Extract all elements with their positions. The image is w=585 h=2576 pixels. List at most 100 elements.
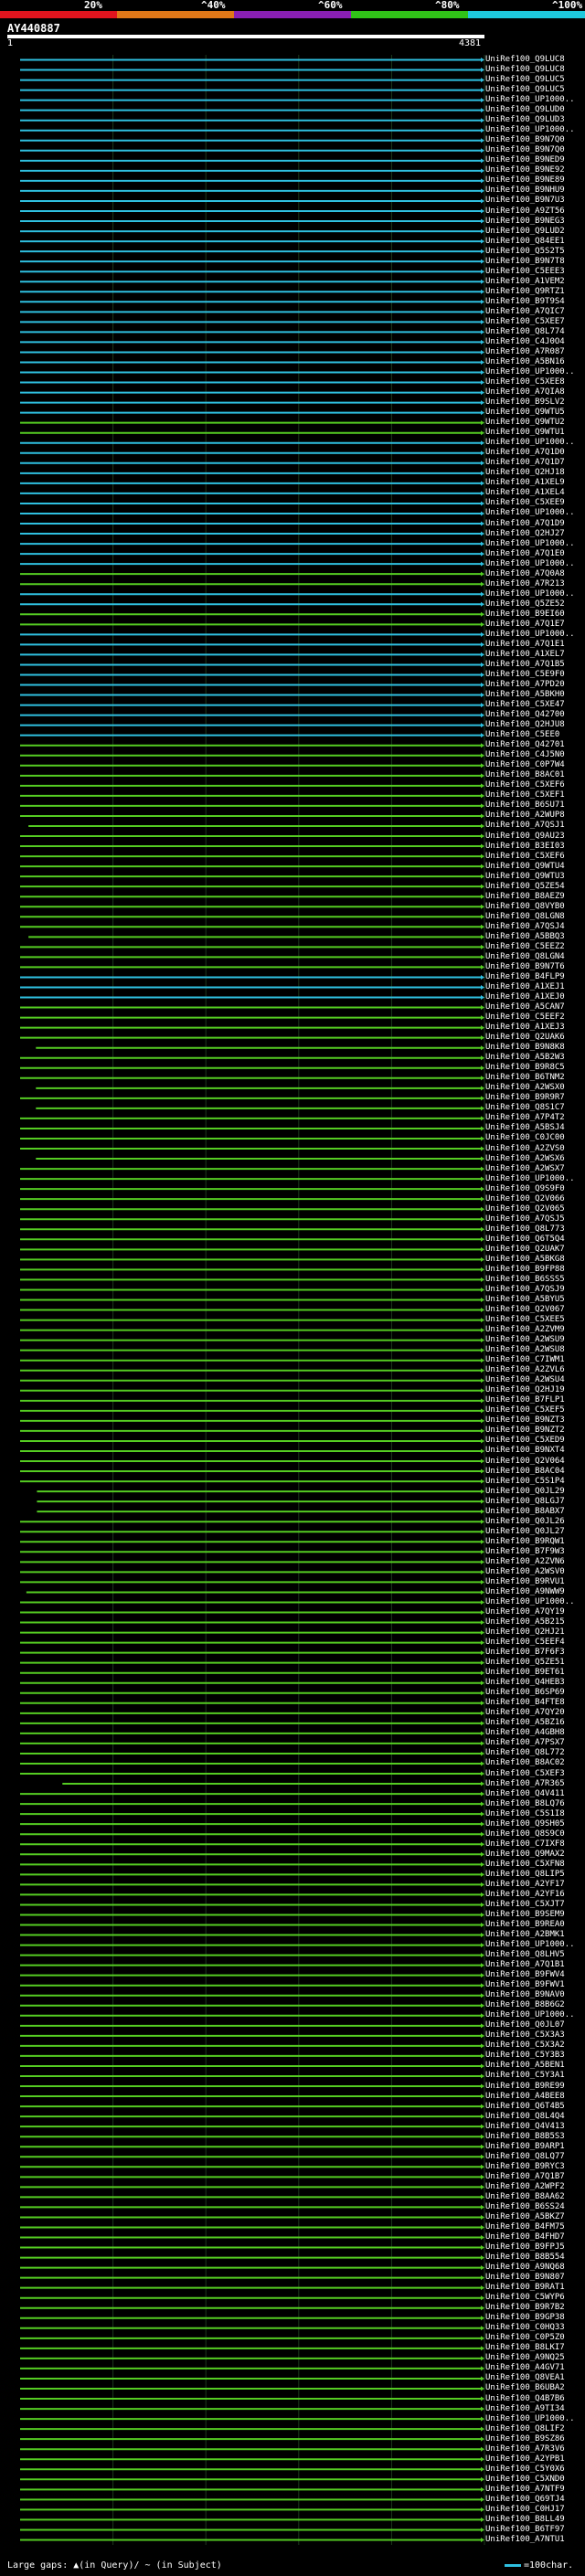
hit-label[interactable]: UniRef100_Q5S2T5 <box>485 247 565 256</box>
hit-label[interactable]: UniRef100_C5XEF6 <box>485 852 565 861</box>
hit-label[interactable]: UniRef100_B6SS24 <box>485 2202 565 2211</box>
hit-label[interactable]: UniRef100_B8LKI7 <box>485 2344 565 2352</box>
hit-label[interactable]: UniRef100_UP1000.. <box>485 1941 575 1949</box>
hit-label[interactable]: UniRef100_C5XND0 <box>485 2475 565 2484</box>
hit-label[interactable]: UniRef100_Q9LUD3 <box>485 116 565 124</box>
hit-label[interactable]: UniRef100_A7R213 <box>485 579 565 588</box>
hit-label[interactable]: UniRef100_Q2V064 <box>485 1457 565 1466</box>
hit-label[interactable]: UniRef100_Q8L774 <box>485 327 565 336</box>
hit-label[interactable]: UniRef100_A7Q1D0 <box>485 449 565 457</box>
hit-label[interactable]: UniRef100_Q9WTU2 <box>485 419 565 427</box>
hit-label[interactable]: UniRef100_Q9WTU3 <box>485 872 565 881</box>
hit-label[interactable]: UniRef100_C4J5N0 <box>485 751 565 759</box>
hit-label[interactable]: UniRef100_C5EEE3 <box>485 267 565 276</box>
hit-label[interactable]: UniRef100_B9ARP1 <box>485 2142 565 2151</box>
hit-label[interactable]: UniRef100_B6SP69 <box>485 1689 565 1697</box>
hit-label[interactable]: UniRef100_A2WSX7 <box>485 1164 565 1173</box>
hit-label[interactable]: UniRef100_UP1000.. <box>485 1597 575 1606</box>
hit-label[interactable]: UniRef100_A2ZVM9 <box>485 1326 565 1334</box>
hit-label[interactable]: UniRef100_Q9SH05 <box>485 1819 565 1829</box>
hit-label[interactable]: UniRef100_A4GBH8 <box>485 1729 565 1737</box>
hit-label[interactable]: UniRef100_Q9LUC5 <box>485 86 565 94</box>
hit-label[interactable]: UniRef100_B9GP38 <box>485 2314 565 2322</box>
hit-label[interactable]: UniRef100_B8AC02 <box>485 1759 565 1767</box>
hit-label[interactable]: UniRef100_B9FPJ5 <box>485 2243 565 2252</box>
hit-label[interactable]: UniRef100_Q8LIP5 <box>485 1870 565 1879</box>
hit-label[interactable]: UniRef100_C0JC00 <box>485 1134 565 1142</box>
hit-label[interactable]: UniRef100_C7IXF8 <box>485 1839 565 1849</box>
hit-label[interactable]: UniRef100_Q0JL07 <box>485 2021 565 2030</box>
hit-label[interactable]: UniRef100_C5XED9 <box>485 1436 565 1445</box>
hit-label[interactable]: UniRef100_Q9LUC5 <box>485 76 565 84</box>
hit-label[interactable]: UniRef100_B9N7Q0 <box>485 146 565 154</box>
hit-label[interactable]: UniRef100_Q9WTU1 <box>485 429 565 437</box>
hit-label[interactable]: UniRef100_C5EEZ2 <box>485 942 565 951</box>
hit-label[interactable]: UniRef100_Q84EE1 <box>485 237 565 246</box>
hit-label[interactable]: UniRef100_UP1000.. <box>485 96 575 104</box>
hit-label[interactable]: UniRef100_B9NE92 <box>485 166 565 175</box>
hit-label[interactable]: UniRef100_A1XEJ3 <box>485 1023 565 1032</box>
hit-label[interactable]: UniRef100_B9NZT3 <box>485 1416 565 1425</box>
hit-label[interactable]: UniRef100_B9NE89 <box>485 176 565 185</box>
hit-label[interactable]: UniRef100_C5EE0 <box>485 731 559 739</box>
hit-label[interactable]: UniRef100_C5E9F0 <box>485 670 565 679</box>
hit-label[interactable]: UniRef100_B9N7T6 <box>485 962 565 971</box>
hit-label[interactable]: UniRef100_Q9AU23 <box>485 832 565 841</box>
hit-label[interactable]: UniRef100_A5BSJ4 <box>485 1124 565 1132</box>
hit-label[interactable]: UniRef100_C5XE47 <box>485 701 565 709</box>
hit-label[interactable]: UniRef100_A2WSU8 <box>485 1346 565 1354</box>
hit-label[interactable]: UniRef100_A7PSX7 <box>485 1739 565 1747</box>
hit-label[interactable]: UniRef100_A1XEJ1 <box>485 982 565 991</box>
hit-label[interactable]: UniRef100_A9NQ68 <box>485 2263 565 2272</box>
hit-label[interactable]: UniRef100_Q2V066 <box>485 1194 565 1203</box>
hit-label[interactable]: UniRef100_B4FLP9 <box>485 972 565 981</box>
hit-label[interactable]: UniRef100_A7R365 <box>485 1779 565 1788</box>
hit-label[interactable]: UniRef100_Q5ZE51 <box>485 1659 565 1667</box>
hit-label[interactable]: UniRef100_A1XEL9 <box>485 479 565 487</box>
hit-label[interactable]: UniRef100_Q0JL29 <box>485 1487 565 1496</box>
hit-label[interactable]: UniRef100_B9N807 <box>485 2274 565 2282</box>
hit-label[interactable]: UniRef100_B6UBA2 <box>485 2384 565 2392</box>
hit-label[interactable]: UniRef100_C5XEE7 <box>485 317 565 326</box>
hit-label[interactable]: UniRef100_Q8LGJ7 <box>485 1497 565 1506</box>
hit-label[interactable]: UniRef100_A7Q0A8 <box>485 569 565 578</box>
hit-label[interactable]: UniRef100_B9REA0 <box>485 1921 565 1929</box>
hit-label[interactable]: UniRef100_A5CAN7 <box>485 1003 565 1012</box>
hit-label[interactable]: UniRef100_B8AC04 <box>485 1467 565 1476</box>
hit-label[interactable]: UniRef100_A2ZVL6 <box>485 1366 565 1374</box>
hit-label[interactable]: UniRef100_A7QY20 <box>485 1709 565 1717</box>
hit-label[interactable]: UniRef100_A2YF17 <box>485 1880 565 1889</box>
hit-label[interactable]: UniRef100_B7F6F3 <box>485 1648 565 1657</box>
hit-label[interactable]: UniRef100_C5X3A3 <box>485 2031 565 2040</box>
hit-label[interactable]: UniRef100_Q9WTU4 <box>485 862 565 871</box>
hit-label[interactable]: UniRef100_C5XEE9 <box>485 499 565 507</box>
hit-label[interactable]: UniRef100_UP1000.. <box>485 1174 575 1183</box>
hit-label[interactable]: UniRef100_A7Q1E1 <box>485 640 565 649</box>
hit-label[interactable]: UniRef100_Q9LUC8 <box>485 66 565 74</box>
hit-label[interactable]: UniRef100_A7R3V6 <box>485 2444 565 2454</box>
hit-label[interactable]: UniRef100_B9T9S4 <box>485 297 565 306</box>
hit-label[interactable]: UniRef100_B9SLV2 <box>485 398 565 407</box>
hit-label[interactable]: UniRef100_UP1000.. <box>485 559 575 568</box>
hit-label[interactable]: UniRef100_Q8LGN8 <box>485 912 565 921</box>
hit-label[interactable]: UniRef100_A2WSX0 <box>485 1084 565 1092</box>
hit-label[interactable]: UniRef100_B8B554 <box>485 2253 565 2262</box>
hit-label[interactable]: UniRef100_B9NHU9 <box>485 186 565 195</box>
hit-label[interactable]: UniRef100_Q9RTZ1 <box>485 287 565 296</box>
hit-label[interactable]: UniRef100_A7QIC7 <box>485 307 565 316</box>
hit-label[interactable]: UniRef100_Q8L772 <box>485 1749 565 1757</box>
hit-label[interactable]: UniRef100_Q2UAK6 <box>485 1034 565 1042</box>
hit-label[interactable]: UniRef100_A9ZT56 <box>485 207 565 216</box>
hit-label[interactable]: UniRef100_A4BEE8 <box>485 2092 565 2101</box>
hit-label[interactable]: UniRef100_Q42700 <box>485 711 565 719</box>
hit-label[interactable]: UniRef100_A1XEJ0 <box>485 993 565 1002</box>
hit-label[interactable]: UniRef100_C5EEF4 <box>485 1638 565 1647</box>
hit-label[interactable]: UniRef100_UP1000.. <box>485 509 575 517</box>
hit-label[interactable]: UniRef100_B8AC01 <box>485 771 565 779</box>
hit-label[interactable]: UniRef100_Q9S9F0 <box>485 1184 565 1193</box>
hit-label[interactable]: UniRef100_B9RAT1 <box>485 2284 565 2292</box>
hit-label[interactable]: UniRef100_Q8L4Q4 <box>485 2112 565 2121</box>
hit-label[interactable]: UniRef100_B9RQW1 <box>485 1537 565 1546</box>
hit-label[interactable]: UniRef100_A5BZ16 <box>485 1719 565 1727</box>
hit-label[interactable]: UniRef100_C0HQ33 <box>485 2324 565 2332</box>
